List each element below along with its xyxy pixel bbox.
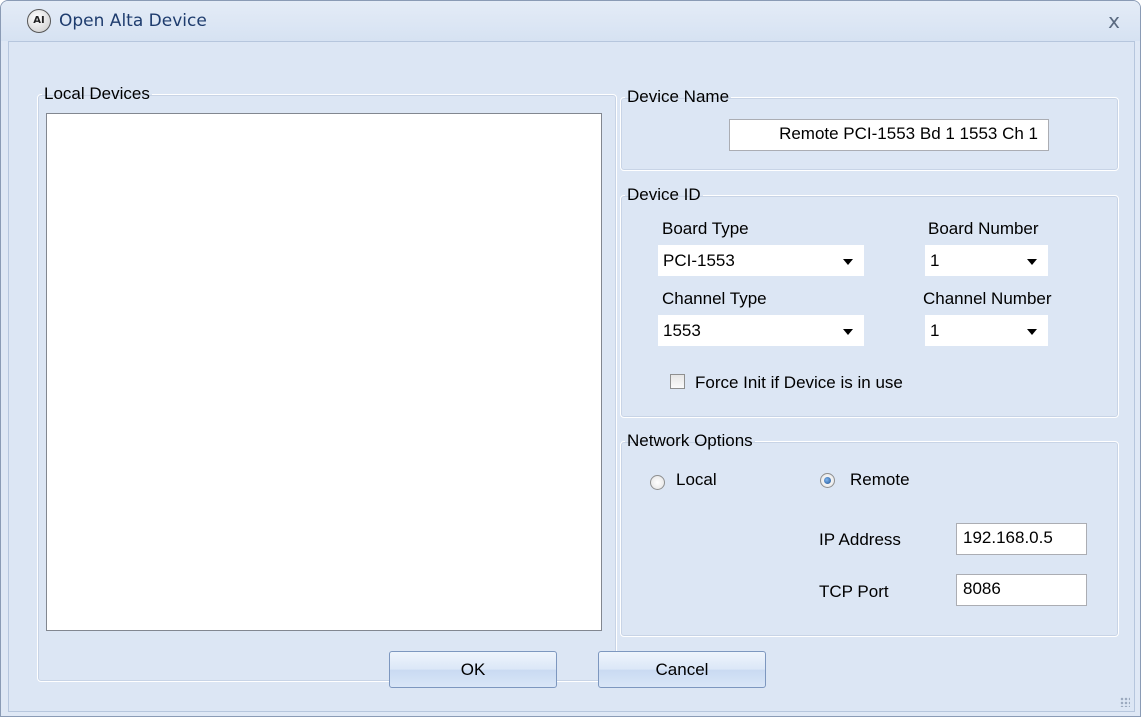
alta-logo-icon: AI xyxy=(27,9,51,33)
tcp-port-field[interactable]: 8086 xyxy=(956,574,1087,606)
remote-radio-label[interactable]: Remote xyxy=(850,470,910,490)
board-type-value: PCI-1553 xyxy=(663,251,735,270)
local-radio-label[interactable]: Local xyxy=(676,470,717,490)
chevron-down-icon xyxy=(843,329,853,335)
board-number-value: 1 xyxy=(930,251,940,270)
force-init-label[interactable]: Force Init if Device is in use xyxy=(695,373,903,393)
resize-grip-icon[interactable] xyxy=(1120,697,1130,707)
network-options-legend: Network Options xyxy=(627,431,753,450)
channel-type-label: Channel Type xyxy=(662,289,767,308)
open-alta-device-dialog: AI Open Alta Device x Local Devices Devi… xyxy=(0,0,1141,717)
channel-type-select[interactable]: 1553 xyxy=(658,315,864,346)
ip-address-label: IP Address xyxy=(819,530,901,549)
close-icon[interactable]: x xyxy=(1102,9,1126,33)
title-bar[interactable]: AI Open Alta Device x xyxy=(1,1,1140,41)
remote-radio[interactable] xyxy=(820,473,835,488)
device-name-legend: Device Name xyxy=(627,87,730,106)
local-devices-legend: Local Devices xyxy=(44,84,150,103)
local-radio[interactable] xyxy=(650,475,665,490)
dialog-body: Local Devices Device Name Remote PCI-155… xyxy=(8,41,1135,712)
tcp-port-label: TCP Port xyxy=(819,582,889,601)
ip-address-field[interactable]: 192.168.0.5 xyxy=(956,523,1087,555)
window-title: Open Alta Device xyxy=(59,11,207,31)
chevron-down-icon xyxy=(1027,259,1037,265)
channel-number-select[interactable]: 1 xyxy=(925,315,1048,346)
chevron-down-icon xyxy=(1027,329,1037,335)
board-number-label: Board Number xyxy=(928,219,1039,238)
channel-number-value: 1 xyxy=(930,321,940,340)
local-devices-list[interactable] xyxy=(46,113,602,631)
board-number-select[interactable]: 1 xyxy=(925,245,1048,276)
force-init-checkbox[interactable] xyxy=(670,374,685,389)
board-type-label: Board Type xyxy=(662,219,749,238)
ok-button[interactable]: OK xyxy=(389,651,557,688)
device-name-field[interactable]: Remote PCI-1553 Bd 1 1553 Ch 1 xyxy=(729,119,1049,151)
device-id-legend: Device ID xyxy=(627,185,701,204)
chevron-down-icon xyxy=(843,259,853,265)
cancel-button[interactable]: Cancel xyxy=(598,651,766,688)
channel-type-value: 1553 xyxy=(663,321,701,340)
channel-number-label: Channel Number xyxy=(923,289,1052,308)
board-type-select[interactable]: PCI-1553 xyxy=(658,245,864,276)
